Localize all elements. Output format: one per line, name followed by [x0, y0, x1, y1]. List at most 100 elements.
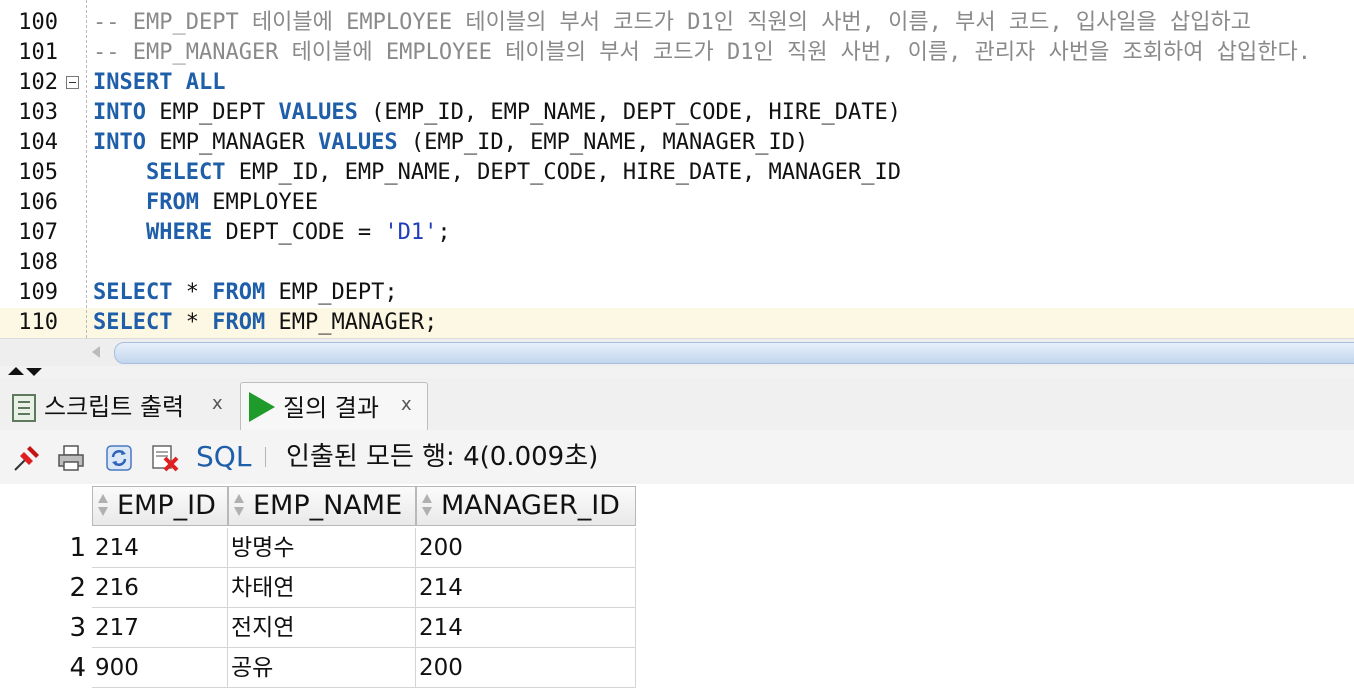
cell-manager-id[interactable]: 214 [416, 608, 636, 648]
sql-string: 'D1' [384, 220, 438, 245]
column-header-emp-id[interactable]: EMP_ID [92, 486, 228, 526]
sql-token: DEPT_CODE = [212, 220, 385, 245]
cell-manager-id[interactable]: 200 [416, 528, 636, 568]
close-tab-icon[interactable]: x [401, 393, 412, 417]
code-line[interactable]: 110 SELECT * FROM EMP_MANAGER; [0, 308, 1354, 338]
tab-script-output[interactable]: 스크립트 출력 x [6, 382, 234, 430]
cell-manager-id[interactable]: 200 [416, 648, 636, 688]
cell-emp-id[interactable]: 216 [92, 568, 228, 608]
code-line[interactable]: 109 SELECT * FROM EMP_DEPT; [0, 278, 1354, 308]
code-text[interactable]: WHERE DEPT_CODE = 'D1'; [93, 218, 451, 248]
cell-emp-name[interactable]: 방명수 [228, 528, 416, 568]
cell-emp-id[interactable]: 214 [92, 528, 228, 568]
code-text[interactable]: INTO EMP_MANAGER VALUES (EMP_ID, EMP_NAM… [93, 128, 808, 158]
sql-token: * [172, 310, 213, 335]
sort-icon[interactable] [233, 493, 245, 519]
sort-icon[interactable] [421, 493, 433, 519]
code-text[interactable]: SELECT EMP_ID, EMP_NAME, DEPT_CODE, HIRE… [93, 158, 901, 188]
code-line[interactable]: 108 [0, 248, 1354, 278]
sql-keyword: FROM [212, 280, 266, 305]
code-line[interactable]: 104 INTO EMP_MANAGER VALUES (EMP_ID, EMP_… [0, 128, 1354, 158]
scroll-left-arrow-icon[interactable] [92, 346, 100, 358]
sql-keyword: INTO [93, 130, 146, 155]
column-header-label: MANAGER_ID [441, 490, 620, 521]
cell-emp-id[interactable]: 900 [92, 648, 228, 688]
sql-token: EMPLOYEE [198, 190, 319, 215]
sql-token: EMP_DEPT; [265, 280, 398, 305]
grid-header: EMP_ID EMP_NAME MANAGER_ID [0, 484, 1354, 526]
sql-token: * [172, 280, 213, 305]
pin-icon[interactable] [12, 443, 42, 473]
row-number: 1 [69, 533, 86, 563]
sql-keyword: WHERE [145, 220, 213, 245]
code-line[interactable]: 101 -- EMP_MANAGER 테이블에 EMPLOYEE 테이블의 부서 … [0, 38, 1354, 68]
line-number: 105 [18, 160, 58, 185]
cell-emp-id[interactable]: 217 [92, 608, 228, 648]
sql-keyword: VALUES [278, 100, 358, 125]
sql-keyword: FROM [212, 310, 266, 335]
code-text[interactable]: SELECT * FROM EMP_DEPT; [93, 278, 398, 308]
column-header-manager-id[interactable]: MANAGER_ID [416, 486, 636, 526]
sql-token: (EMP_ID, EMP_NAME, DEPT_CODE, HIRE_DATE) [357, 100, 901, 125]
line-number: 101 [18, 40, 58, 65]
refresh-icon[interactable] [104, 443, 134, 473]
fold-collapse-icon[interactable] [66, 76, 79, 89]
code-text[interactable]: SELECT * FROM EMP_MANAGER; [93, 308, 437, 338]
row-number: 4 [69, 653, 86, 683]
maximize-up-arrow-icon[interactable] [8, 367, 24, 375]
script-output-icon [12, 394, 36, 422]
result-grid[interactable]: EMP_ID EMP_NAME MANAGER_ID 1 214 방명수 200… [0, 484, 1354, 694]
code-line[interactable]: 103 INTO EMP_DEPT VALUES (EMP_ID, EMP_NAM… [0, 98, 1354, 128]
line-number: 106 [18, 190, 58, 215]
print-icon[interactable] [56, 443, 86, 473]
sql-comment: -- EMP_DEPT 테이블에 EMPLOYEE 테이블의 부서 코드가 D1… [93, 10, 1251, 35]
cell-emp-name[interactable]: 전지연 [228, 608, 416, 648]
sql-button[interactable]: SQL [196, 439, 251, 475]
sql-keyword: INTO [93, 100, 146, 125]
table-row[interactable]: 3 217 전지연 214 [0, 608, 636, 648]
code-text[interactable]: -- EMP_MANAGER 테이블에 EMPLOYEE 테이블의 부서 코드가… [93, 38, 1311, 68]
table-row[interactable]: 2 216 차태연 214 [0, 568, 636, 608]
delete-icon[interactable] [150, 443, 180, 473]
code-text[interactable]: -- EMP_DEPT 테이블에 EMPLOYEE 테이블의 부서 코드가 D1… [93, 8, 1251, 38]
table-row[interactable]: 1 214 방명수 200 [0, 528, 636, 568]
fetch-status-text: 인출된 모든 행: 4(0.009초) [286, 442, 599, 472]
line-number: 103 [18, 100, 58, 125]
sql-keyword: SELECT [145, 160, 226, 185]
sql-token: EMP_MANAGER [145, 130, 319, 155]
code-text[interactable]: FROM EMPLOYEE [93, 188, 318, 218]
editor-horizontal-scrollbar[interactable] [0, 338, 1354, 367]
fold-guide [86, 0, 87, 338]
column-header-emp-name[interactable]: EMP_NAME [228, 486, 416, 526]
line-99-fragment [40, 0, 64, 2]
code-text[interactable]: INTO EMP_DEPT VALUES (EMP_ID, EMP_NAME, … [93, 98, 901, 128]
table-row[interactable]: 4 900 공유 200 [0, 648, 636, 688]
cell-emp-name[interactable]: 차태연 [228, 568, 416, 608]
sql-keyword: FROM [145, 190, 199, 215]
line-number: 110 [18, 310, 58, 335]
row-number: 2 [69, 573, 86, 603]
line-number: 100 [18, 10, 58, 35]
code-text[interactable]: INSERT ALL [93, 68, 225, 98]
cell-manager-id[interactable]: 214 [416, 568, 636, 608]
code-line[interactable]: 102 INSERT ALL [0, 68, 1354, 98]
sort-icon[interactable] [97, 493, 109, 519]
row-number: 3 [69, 613, 86, 643]
code-line[interactable]: 106 FROM EMPLOYEE [0, 188, 1354, 218]
tab-query-result[interactable]: 질의 결과 x [240, 382, 428, 430]
code-line[interactable]: 107 WHERE DEPT_CODE = 'D1'; [0, 218, 1354, 248]
sql-token: ; [437, 220, 451, 245]
tab-label: 스크립트 출력 [44, 393, 185, 421]
line-number: 109 [18, 280, 58, 305]
code-line[interactable]: 105 SELECT EMP_ID, EMP_NAME, DEPT_CODE, … [0, 158, 1354, 188]
line-number: 107 [18, 220, 58, 245]
code-line[interactable]: 100 -- EMP_DEPT 테이블에 EMPLOYEE 테이블의 부서 코드가… [0, 8, 1354, 38]
results-toolbar: SQL 인출된 모든 행: 4(0.009초) [0, 430, 1354, 485]
scrollbar-thumb[interactable] [114, 342, 1354, 364]
cell-emp-name[interactable]: 공유 [228, 648, 416, 688]
minimize-down-arrow-icon[interactable] [26, 368, 42, 376]
sql-editor[interactable]: 110 SELECT * FROM EMP_MANAGER; 109 SELECT *… [0, 0, 1354, 338]
close-tab-icon[interactable]: x [212, 392, 223, 416]
